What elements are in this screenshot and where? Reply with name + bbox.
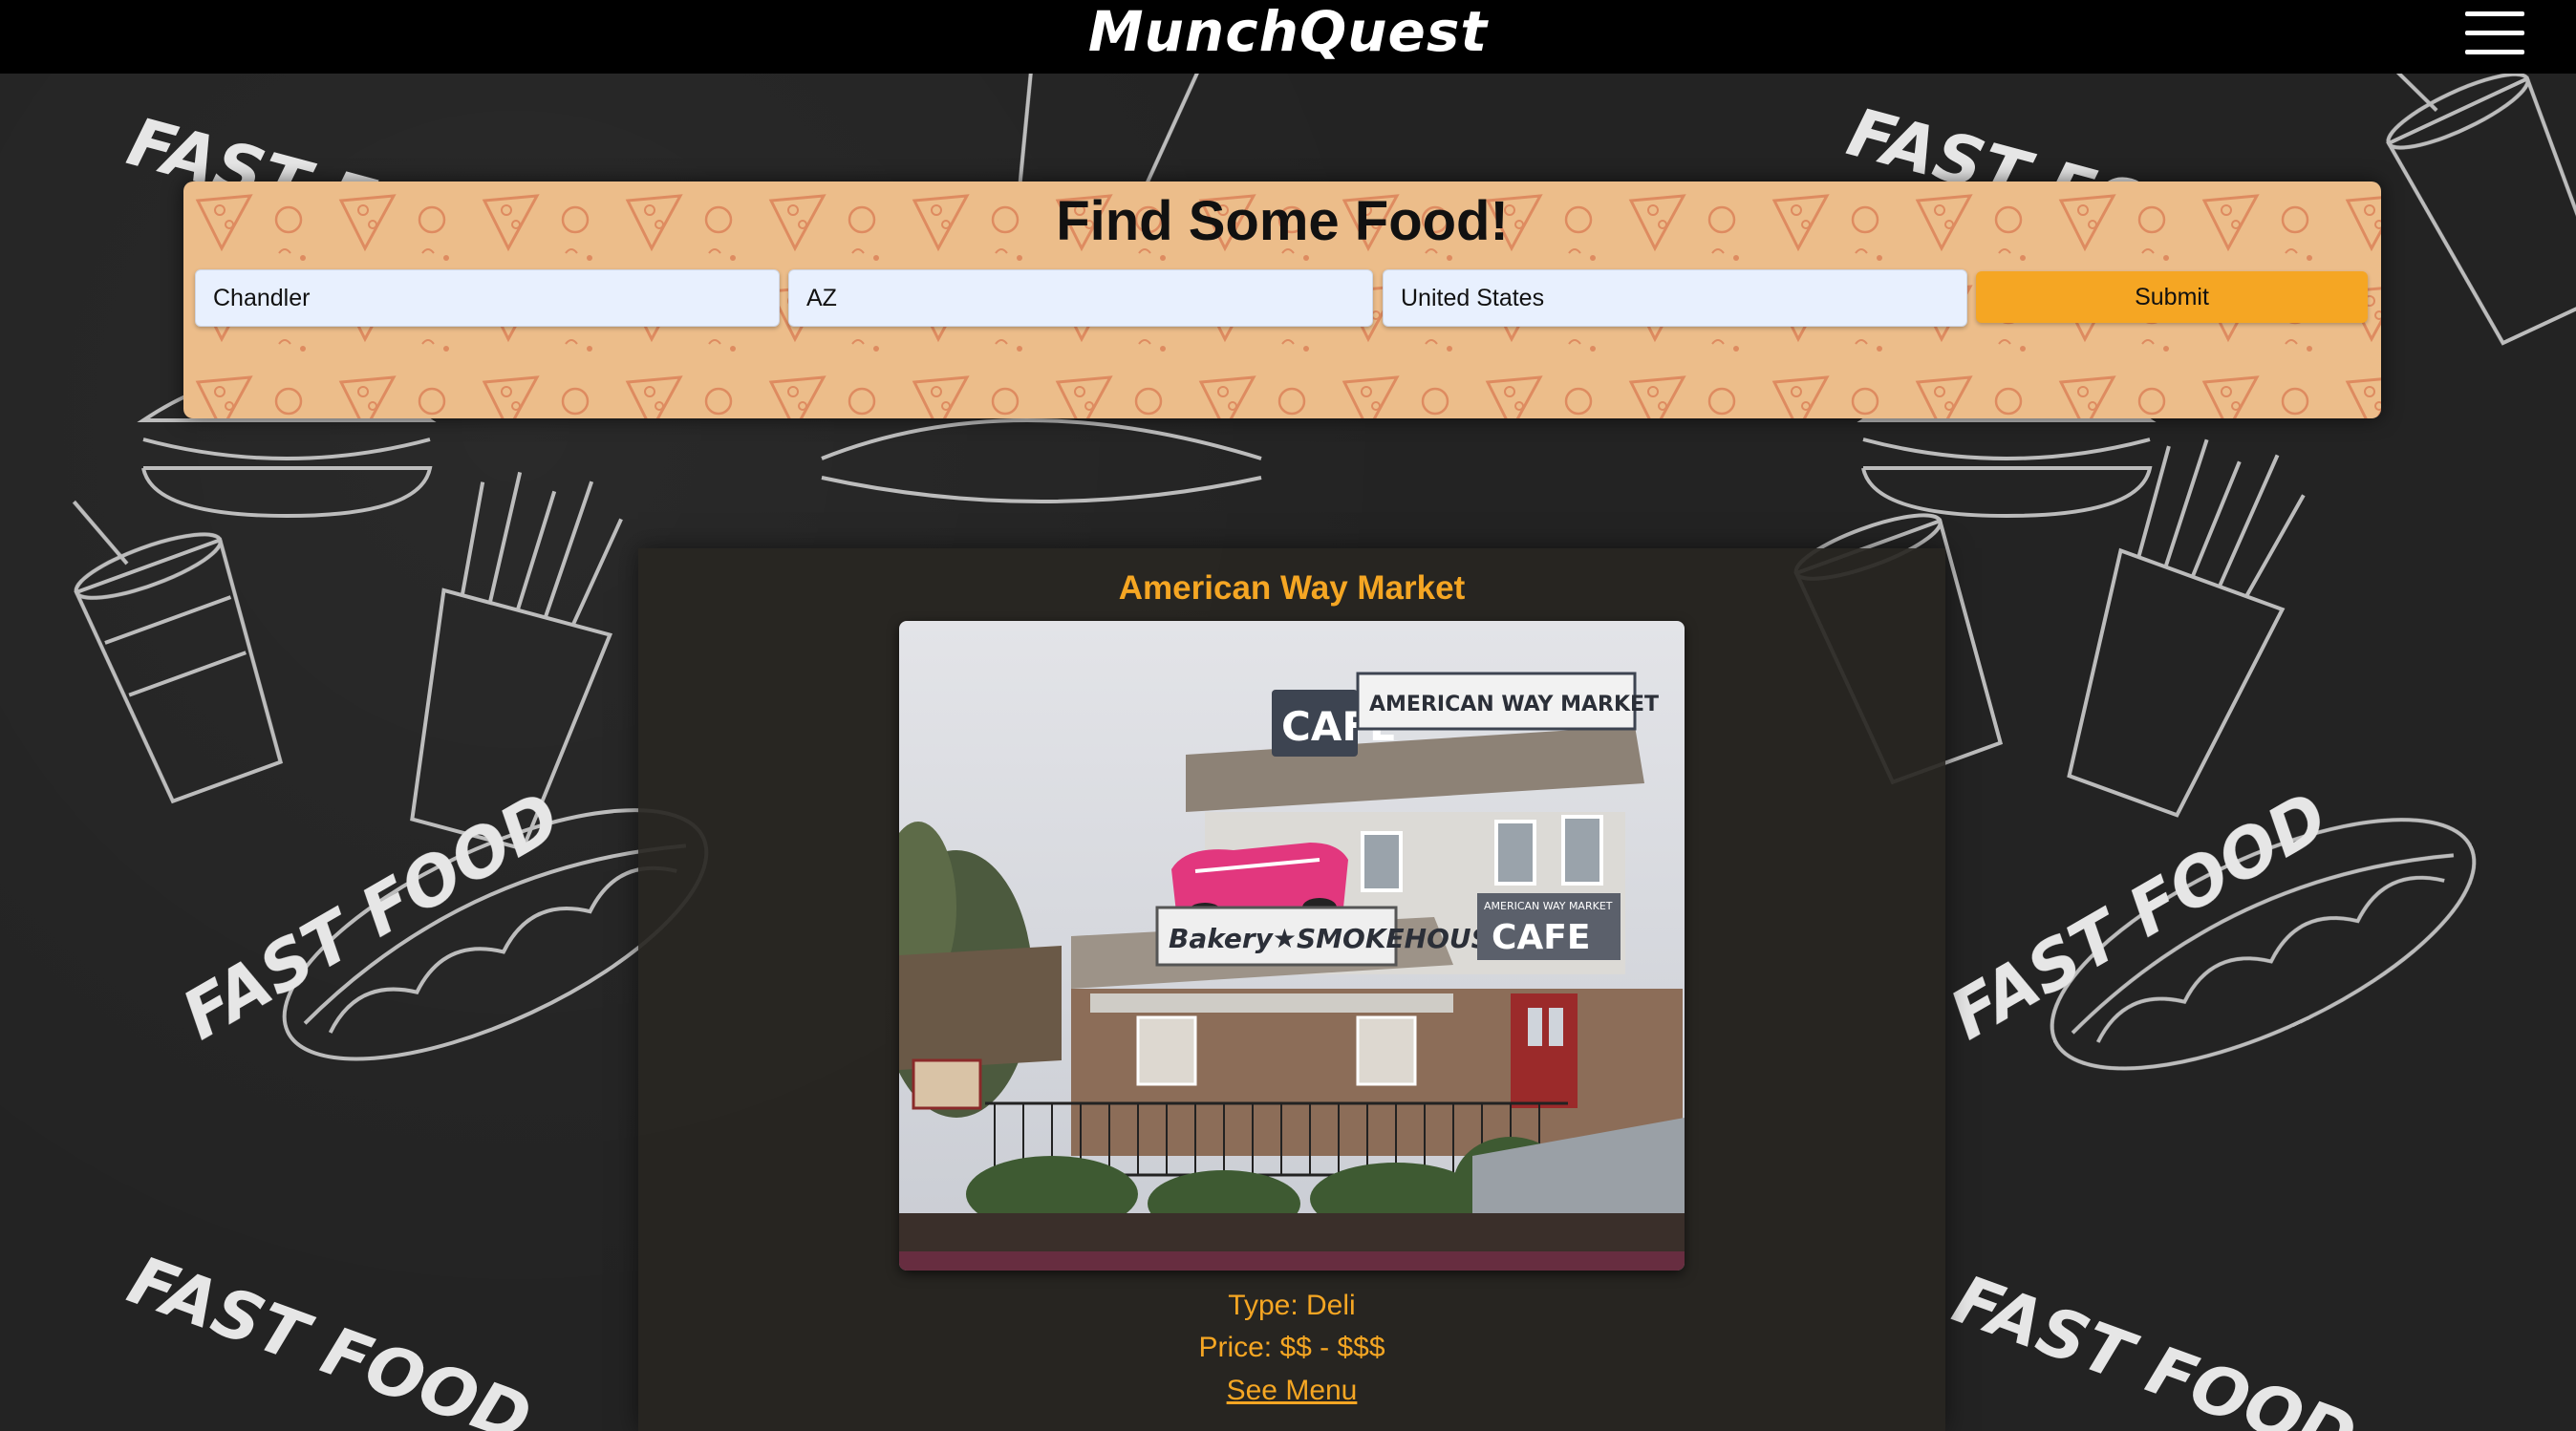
app-logo-title[interactable]: MunchQuest bbox=[0, 0, 2576, 74]
svg-text:Bakery★SMOKEHOUSE: Bakery★SMOKEHOUSE bbox=[1169, 923, 1509, 954]
restaurant-type: Type: Deli bbox=[1228, 1290, 1356, 1321]
fast-food-word: FAST FOOD bbox=[1943, 1260, 2366, 1431]
svg-text:CAFE: CAFE bbox=[1492, 918, 1590, 957]
restaurant-card: American Way Market CAFÉ AMERICAN WAY MA… bbox=[638, 548, 1945, 1431]
hamburger-menu-icon[interactable] bbox=[2465, 11, 2524, 55]
fast-food-word: FAST FOOD bbox=[1938, 777, 2341, 1055]
restaurant-photo: CAFÉ AMERICAN WAY MARKET Bakery★SMOKEHOU… bbox=[899, 621, 1685, 1271]
search-heading: Find Some Food! bbox=[1056, 190, 1509, 252]
search-form-panel: Find Some Food! Chandler AZ United State… bbox=[183, 182, 2381, 418]
top-navbar: MunchQuest bbox=[0, 0, 2576, 74]
restaurant-name[interactable]: American Way Market bbox=[638, 569, 1945, 608]
country-input[interactable]: United States bbox=[1383, 269, 1967, 327]
restaurant-photo-illustration: CAFÉ AMERICAN WAY MARKET Bakery★SMOKEHOU… bbox=[899, 621, 1685, 1271]
fast-food-word: FAST FOOD bbox=[118, 1241, 541, 1431]
fries-doodle bbox=[2067, 438, 2306, 818]
svg-text:AMERICAN WAY MARKET: AMERICAN WAY MARKET bbox=[1369, 693, 1659, 716]
restaurant-price: Price: $$ - $$$ bbox=[1198, 1332, 1385, 1363]
city-input[interactable]: Chandler bbox=[195, 269, 780, 327]
svg-text:AMERICAN WAY MARKET: AMERICAN WAY MARKET bbox=[1484, 900, 1613, 912]
submit-button[interactable]: Submit bbox=[1976, 271, 2368, 323]
burger-doodle bbox=[821, 418, 1262, 503]
cup-doodle bbox=[72, 500, 284, 804]
state-input[interactable]: AZ bbox=[788, 269, 1373, 327]
fast-food-word: FAST FOOD bbox=[170, 777, 573, 1055]
see-menu-link[interactable]: See Menu bbox=[1227, 1375, 1358, 1406]
see-menu-row: See Menu bbox=[638, 1375, 1945, 1407]
